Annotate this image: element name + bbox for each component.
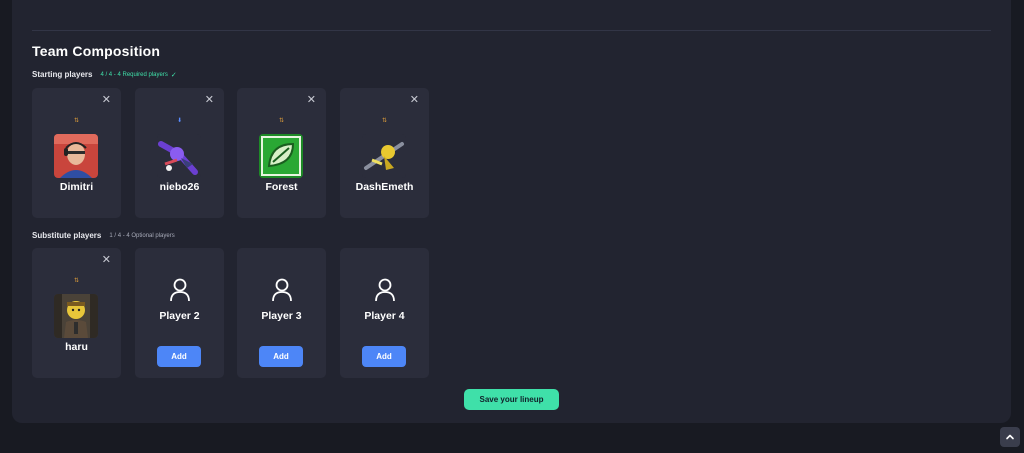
empty-player-slot: Player 4 Add [340,248,429,378]
player-name: haru [65,341,88,353]
substitute-players-header: Substitute players 1 / 4 - 4 Optional pl… [32,231,175,240]
save-lineup-button[interactable]: Save your lineup [464,389,559,410]
remove-player-icon[interactable]: ✕ [205,95,214,106]
starting-players-label: Starting players [32,70,93,79]
empty-slot-label: Player 3 [261,310,302,322]
section-divider [32,30,991,31]
team-panel: Team Composition Starting players 4 / 4 … [12,0,1011,423]
empty-player-slot: Player 2 Add [135,248,224,378]
user-outline-icon [272,278,292,302]
empty-player-slot: Player 3 Add [237,248,326,378]
player-card: ✕ ⇅ Dimitri [32,88,121,218]
add-player-button[interactable]: Add [157,346,201,367]
remove-player-icon[interactable]: ✕ [102,95,111,106]
player-name: niebo26 [159,181,200,193]
swap-position-icon[interactable]: ⇅ [237,118,326,124]
player-card: ✕ ⬇ niebo26 [135,88,224,218]
avatar [259,134,303,178]
remove-player-icon[interactable]: ✕ [410,95,419,106]
avatar [362,134,406,178]
remove-player-icon[interactable]: ✕ [307,95,316,106]
empty-slot-label: Player 4 [364,310,405,322]
swap-position-icon[interactable]: ⇅ [32,118,121,124]
player-card: ✕ ⇅ haru [32,248,121,378]
swap-position-icon[interactable]: ⇅ [32,278,121,284]
substitute-players-label: Substitute players [32,231,102,240]
check-icon: ✓ [170,71,177,79]
scroll-to-top-button[interactable] [1000,427,1020,447]
substitute-players-status: 1 / 4 - 4 Optional players [109,232,175,239]
section-title: Team Composition [32,43,161,59]
player-name: Forest [265,181,298,193]
player-card: ✕ ⇅ Forest [237,88,326,218]
avatar [157,134,201,178]
player-name: Dimitri [59,181,94,193]
add-player-button[interactable]: Add [362,346,406,367]
user-outline-icon [170,278,190,302]
swap-position-icon[interactable]: ⇅ [340,118,429,124]
avatar [54,134,98,178]
starting-players-header: Starting players 4 / 4 - 4 Required play… [32,70,177,79]
remove-player-icon[interactable]: ✕ [102,255,111,266]
chevron-up-icon [1006,434,1014,440]
user-outline-icon [375,278,395,302]
player-name: DashEmeth [355,181,414,193]
avatar [54,294,98,338]
empty-slot-label: Player 2 [159,310,200,322]
swap-position-icon[interactable]: ⬇ [135,118,224,124]
player-card: ✕ ⇅ DashEmeth [340,88,429,218]
starting-players-status: 4 / 4 - 4 Required players [100,71,168,78]
add-player-button[interactable]: Add [259,346,303,367]
